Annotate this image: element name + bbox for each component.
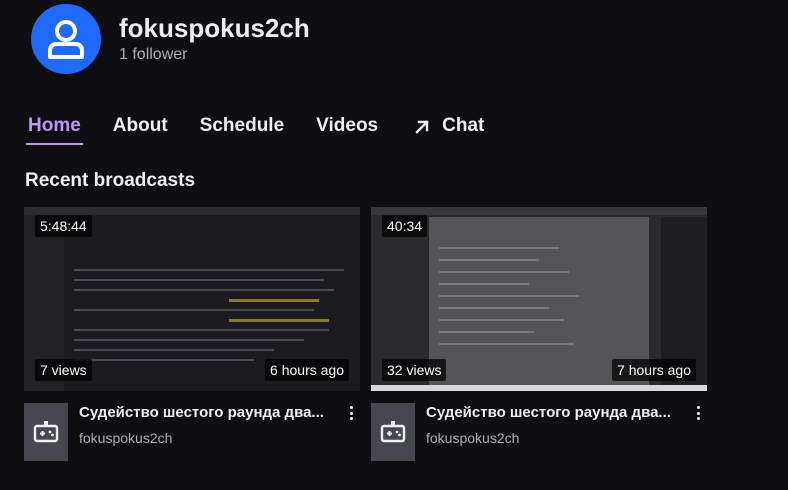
follower-count: 1 follower bbox=[119, 46, 188, 63]
tab-home-label: Home bbox=[28, 115, 81, 136]
thumbnail-image-detail bbox=[439, 295, 579, 297]
thumbnail-image-detail bbox=[24, 207, 360, 215]
user-icon bbox=[48, 20, 84, 59]
video-views: 7 views bbox=[35, 359, 92, 381]
tab-home[interactable]: Home bbox=[26, 111, 83, 145]
broadcast-card[interactable]: 5:48:44 7 views 6 hours ago Судейство ше… bbox=[24, 207, 361, 461]
thumbnail-image-detail bbox=[439, 307, 549, 309]
channel-avatar[interactable] bbox=[31, 4, 101, 74]
thumbnail-image-detail bbox=[439, 247, 559, 249]
tab-about-label: About bbox=[112, 115, 168, 136]
thumbnail-image-detail bbox=[371, 207, 707, 215]
tab-chat[interactable]: Chat bbox=[412, 111, 486, 145]
thumbnail-image-detail bbox=[439, 259, 539, 261]
tab-schedule-label: Schedule bbox=[199, 115, 285, 136]
broadcast-card[interactable]: 40:34 32 views 7 hours ago Судейство шес… bbox=[371, 207, 708, 461]
kebab-dot bbox=[349, 406, 353, 409]
video-title[interactable]: Судейство шестого раунда два... bbox=[426, 404, 678, 422]
kebab-dot bbox=[696, 411, 700, 415]
more-options-button[interactable] bbox=[341, 403, 361, 461]
more-options-button[interactable] bbox=[688, 403, 708, 461]
thumbnail-image-detail bbox=[74, 289, 334, 291]
thumbnail-image-detail bbox=[74, 339, 304, 341]
thumbnail-image-detail bbox=[74, 309, 314, 311]
video-duration: 5:48:44 bbox=[35, 215, 92, 237]
video-thumbnail[interactable]: 5:48:44 7 views 6 hours ago bbox=[24, 207, 360, 391]
kebab-dot bbox=[696, 406, 700, 409]
gamepad-icon bbox=[33, 421, 59, 443]
thumbnail-image-detail bbox=[439, 343, 574, 345]
kebab-dot bbox=[349, 411, 353, 415]
video-views: 32 views bbox=[382, 359, 447, 381]
thumbnail-image-detail bbox=[74, 349, 274, 351]
video-title[interactable]: Судейство шестого раунда два... bbox=[79, 404, 331, 422]
gamepad-icon bbox=[380, 421, 406, 443]
kebab-dot bbox=[696, 417, 700, 420]
video-owner[interactable]: fokuspokus2ch bbox=[79, 429, 341, 447]
channel-name: fokuspokus2ch bbox=[119, 13, 310, 43]
thumbnail-image-detail bbox=[439, 271, 569, 273]
video-duration: 40:34 bbox=[382, 215, 428, 237]
thumbnail-image-detail bbox=[229, 299, 319, 302]
kebab-dot bbox=[349, 417, 353, 420]
category-box-art[interactable] bbox=[24, 403, 68, 461]
tab-schedule[interactable]: Schedule bbox=[198, 111, 286, 145]
video-meta: Судейство шестого раунда два... fokuspok… bbox=[24, 403, 361, 461]
thumbnail-image-detail bbox=[439, 319, 564, 321]
video-owner[interactable]: fokuspokus2ch bbox=[426, 429, 688, 447]
tab-videos[interactable]: Videos bbox=[314, 111, 380, 145]
thumbnail-image-detail bbox=[439, 283, 529, 285]
tab-chat-label: Chat bbox=[442, 115, 485, 136]
thumbnail-image-detail bbox=[229, 319, 329, 322]
thumbnail-image-detail bbox=[74, 329, 329, 331]
thumbnail-image-detail bbox=[74, 279, 324, 281]
external-arrow-icon bbox=[415, 120, 429, 134]
tab-about[interactable]: About bbox=[111, 111, 170, 145]
video-age: 6 hours ago bbox=[265, 359, 349, 381]
video-age: 7 hours ago bbox=[612, 359, 696, 381]
category-box-art[interactable] bbox=[371, 403, 415, 461]
thumbnail-image-detail bbox=[74, 269, 344, 271]
channel-tabs: Home About Schedule Videos Chat bbox=[26, 111, 514, 147]
tab-videos-label: Videos bbox=[316, 115, 379, 136]
video-thumbnail[interactable]: 40:34 32 views 7 hours ago bbox=[371, 207, 707, 391]
thumbnail-image-detail bbox=[439, 331, 534, 333]
video-meta: Судейство шестого раунда два... fokuspok… bbox=[371, 403, 708, 461]
section-title-recent-broadcasts: Recent broadcasts bbox=[25, 170, 196, 191]
thumbnail-image-detail bbox=[74, 359, 254, 361]
